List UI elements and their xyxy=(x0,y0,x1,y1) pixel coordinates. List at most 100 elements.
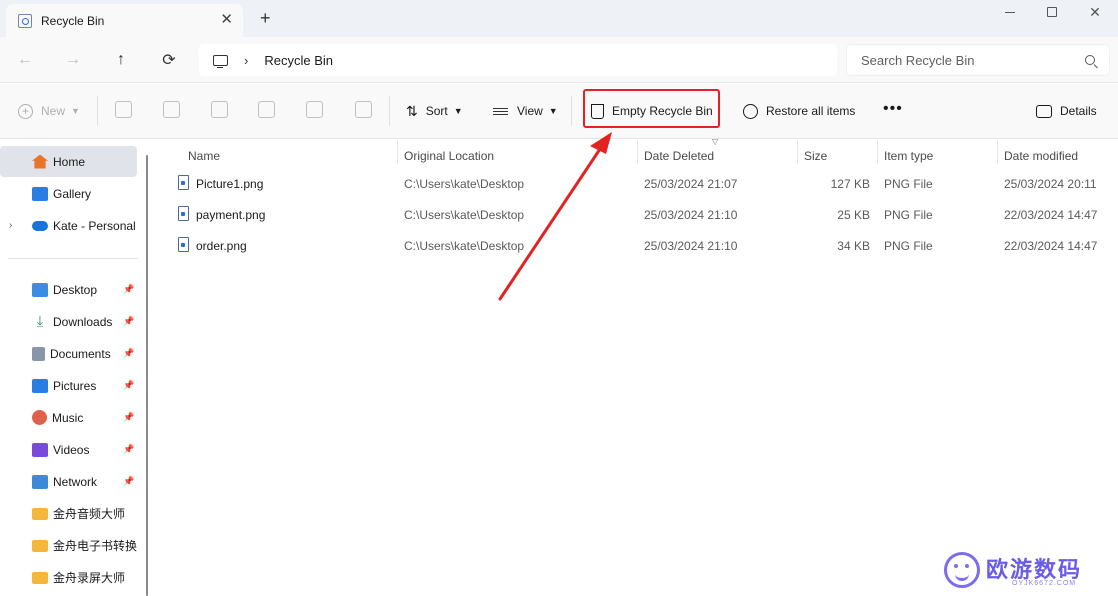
desktop-icon xyxy=(32,282,48,297)
this-pc-icon[interactable] xyxy=(213,54,228,68)
sidebar-item-folder-ebook[interactable]: 金舟电子书转换 xyxy=(0,530,137,561)
sidebar-item-network[interactable]: Network 📌 xyxy=(0,466,137,497)
file-date-deleted: 25/03/2024 21:10 xyxy=(644,239,738,253)
close-tab-button[interactable]: ✕ xyxy=(220,12,233,28)
back-button[interactable]: ← xyxy=(13,48,37,72)
png-file-icon xyxy=(178,175,189,190)
pin-icon: 📌 xyxy=(123,348,135,358)
address-row: ← → ↑ ⟳ › Recycle Bin Search Recycle Bin xyxy=(0,37,1118,83)
sidebar-item-home[interactable]: Home xyxy=(0,146,137,177)
sidebar-item-desktop[interactable]: Desktop 📌 xyxy=(0,274,137,305)
cut-icon[interactable] xyxy=(115,101,132,118)
sidebar-item-gallery[interactable]: Gallery xyxy=(0,178,137,209)
chevron-right-icon[interactable]: › xyxy=(244,53,248,68)
sidebar-divider xyxy=(8,258,138,259)
pin-icon: 📌 xyxy=(123,316,135,326)
column-divider[interactable] xyxy=(637,140,638,164)
new-button[interactable]: + New ▼ xyxy=(18,100,80,122)
file-date-deleted: 25/03/2024 21:10 xyxy=(644,208,738,222)
column-divider[interactable] xyxy=(397,140,398,164)
sidebar-item-label: Downloads xyxy=(53,314,113,329)
search-input[interactable]: Search Recycle Bin xyxy=(846,44,1110,76)
column-header-size[interactable]: Size xyxy=(804,145,827,167)
column-divider[interactable] xyxy=(877,140,878,164)
title-bar: Recycle Bin ✕ + ✕ xyxy=(0,0,1118,37)
view-icon xyxy=(493,106,508,117)
network-icon xyxy=(32,474,48,489)
up-button[interactable]: ↑ xyxy=(109,48,133,72)
rename-icon[interactable] xyxy=(258,101,275,118)
file-location: C:\Users\kate\Desktop xyxy=(404,208,525,222)
recycle-bin-icon xyxy=(18,13,32,28)
sidebar-item-downloads[interactable]: ⤓ Downloads 📌 xyxy=(0,306,137,337)
sort-label: Sort xyxy=(425,104,448,118)
refresh-button[interactable]: ⟳ xyxy=(157,48,181,72)
column-header-item-type[interactable]: Item type xyxy=(884,145,933,167)
tab-recycle-bin[interactable]: Recycle Bin ✕ xyxy=(6,4,243,37)
file-name: Picture1.png xyxy=(196,177,264,191)
close-window-button[interactable]: ✕ xyxy=(1072,2,1118,22)
file-size: 34 KB xyxy=(837,239,870,253)
more-options-button[interactable]: ••• xyxy=(883,98,903,120)
view-button[interactable]: View ▼ xyxy=(493,100,558,122)
file-location: C:\Users\kate\Desktop xyxy=(404,239,525,253)
new-label: New xyxy=(41,104,66,118)
folder-icon xyxy=(32,539,48,552)
paste-icon[interactable] xyxy=(211,101,228,118)
sort-button[interactable]: ⇅ Sort ▼ xyxy=(406,100,463,122)
details-label: Details xyxy=(1060,104,1097,118)
file-date-deleted: 25/03/2024 21:07 xyxy=(644,177,738,191)
png-file-icon xyxy=(178,206,189,221)
file-name: payment.png xyxy=(196,208,266,222)
copy-icon[interactable] xyxy=(163,101,180,118)
tab-title: Recycle Bin xyxy=(41,13,105,28)
chevron-down-icon: ▼ xyxy=(71,106,80,116)
minimize-button[interactable] xyxy=(987,2,1033,22)
sidebar-item-folder-recorder[interactable]: 金舟录屏大师 xyxy=(0,562,137,593)
sidebar-item-label: Desktop xyxy=(53,282,98,297)
watermark-logo-icon xyxy=(944,552,980,588)
breadcrumb[interactable]: Recycle Bin xyxy=(264,53,333,68)
sidebar-item-folder-audio[interactable]: 金舟音频大师 xyxy=(0,498,137,529)
details-pane-icon xyxy=(1036,104,1052,118)
expand-icon[interactable]: › xyxy=(9,220,12,231)
column-header-date-deleted[interactable]: Date Deleted xyxy=(644,145,714,167)
sidebar-scrollbar[interactable] xyxy=(146,155,148,596)
column-header-date-modified[interactable]: Date modified xyxy=(1004,145,1078,167)
new-tab-button[interactable]: + xyxy=(260,9,271,27)
table-row[interactable]: order.png C:\Users\kate\Desktop 25/03/20… xyxy=(156,230,1118,261)
watermark-subtext: OYJK6672.COM xyxy=(1012,580,1077,587)
sidebar-item-label: Videos xyxy=(53,442,90,457)
toolbar-divider xyxy=(389,96,390,126)
toolbar-divider xyxy=(97,96,98,126)
png-file-icon xyxy=(178,237,189,252)
file-location: C:\Users\kate\Desktop xyxy=(404,177,525,191)
table-row[interactable]: Picture1.png C:\Users\kate\Desktop 25/03… xyxy=(156,168,1118,199)
videos-icon xyxy=(32,442,48,457)
file-list: Name Original Location ▽ Date Deleted Si… xyxy=(156,137,1118,596)
download-icon: ⤓ xyxy=(36,312,44,330)
address-bar[interactable]: › Recycle Bin xyxy=(199,44,837,76)
search-icon xyxy=(1085,55,1095,65)
sidebar-item-music[interactable]: Music 📌 xyxy=(0,402,137,433)
sidebar-item-documents[interactable]: Documents 📌 xyxy=(0,338,137,369)
sidebar-item-kate-personal[interactable]: › Kate - Personal xyxy=(0,210,137,241)
sidebar-item-pictures[interactable]: Pictures 📌 xyxy=(0,370,137,401)
column-header-original-location[interactable]: Original Location xyxy=(404,145,494,167)
column-header-name[interactable]: Name xyxy=(188,145,220,167)
table-row[interactable]: payment.png C:\Users\kate\Desktop 25/03/… xyxy=(156,199,1118,230)
forward-button[interactable]: → xyxy=(61,48,85,72)
empty-recycle-bin-button[interactable]: Empty Recycle Bin xyxy=(591,100,713,122)
share-icon[interactable] xyxy=(306,101,323,118)
column-divider[interactable] xyxy=(797,140,798,164)
navigation-pane: Home Gallery › Kate - Personal Desktop 📌… xyxy=(0,140,148,596)
restore-all-items-button[interactable]: Restore all items xyxy=(743,100,855,122)
details-button[interactable]: Details xyxy=(1036,100,1097,122)
sidebar-item-videos[interactable]: Videos 📌 xyxy=(0,434,137,465)
file-type: PNG File xyxy=(884,239,933,253)
column-divider[interactable] xyxy=(997,140,998,164)
maximize-button[interactable] xyxy=(1029,2,1075,22)
pin-icon: 📌 xyxy=(123,380,135,390)
watermark: 欧游数码 OYJK6672.COM xyxy=(942,550,1118,596)
delete-icon[interactable] xyxy=(355,101,372,118)
